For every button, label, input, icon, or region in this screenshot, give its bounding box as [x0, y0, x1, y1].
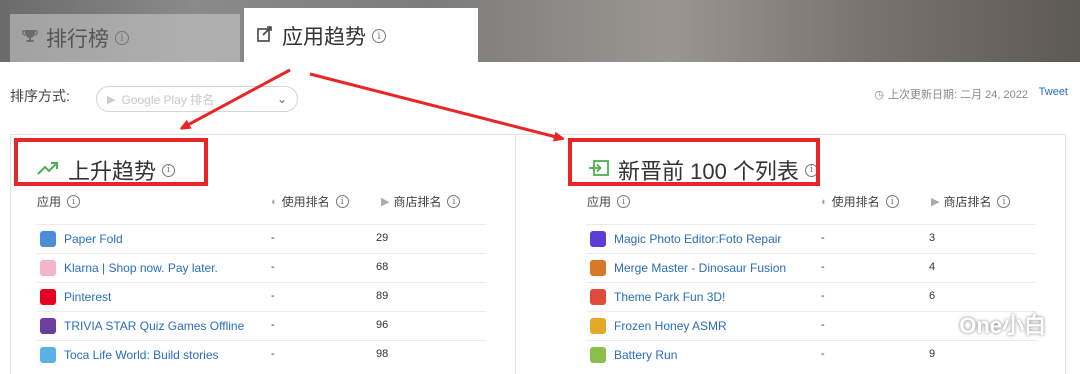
- app-icon: [590, 289, 606, 305]
- store-rank-cell: 4: [929, 261, 936, 273]
- table-row[interactable]: Merge Master - Dinosaur Fusion: [586, 253, 1036, 282]
- sort-label: 排序方式:: [10, 88, 70, 104]
- usage-rank-cell: -: [821, 261, 825, 273]
- info-icon[interactable]: i: [67, 195, 81, 208]
- store-rank-cell: 29: [376, 232, 389, 244]
- play-icon: ▶: [931, 196, 940, 208]
- app-name-link[interactable]: Theme Park Fun 3D!: [614, 290, 725, 304]
- usage-rank-cell: -: [271, 348, 275, 360]
- column-header-usage-rank: ◐ 使用排名 i: [271, 193, 349, 210]
- trend-tag-icon: [256, 25, 274, 48]
- usage-rank-cell: -: [821, 319, 825, 331]
- column-header-usage-rank: ◐ 使用排名 i: [821, 193, 899, 210]
- chevron-down-icon: ⌄: [276, 92, 287, 106]
- app-icon: [590, 260, 606, 276]
- app-name-link[interactable]: Paper Fold: [64, 232, 123, 246]
- tab-rankings[interactable]: 排行榜 i: [10, 14, 240, 62]
- table-row[interactable]: Magic Photo Editor:Foto Repair: [586, 224, 1036, 253]
- app-name-link[interactable]: TRIVIA STAR Quiz Games Offline: [64, 319, 244, 333]
- info-icon[interactable]: i: [335, 195, 349, 208]
- sort-row: 排序方式:: [10, 86, 70, 106]
- table-row[interactable]: Paper Fold: [36, 224, 486, 253]
- usage-icon: ◐: [271, 195, 278, 208]
- column-header-app-label: 应用: [37, 195, 62, 209]
- play-store-icon: ▶: [107, 93, 116, 106]
- column-header-store-rank: ▶ 商店排名 i: [381, 193, 461, 210]
- info-icon[interactable]: i: [997, 195, 1011, 208]
- column-header-usage-label: 使用排名: [281, 195, 330, 209]
- app-icon: [40, 289, 56, 305]
- usage-rank-cell: -: [821, 232, 825, 244]
- app-name-link[interactable]: Toca Life World: Build stories: [64, 348, 219, 362]
- store-rank-cell: 6: [929, 290, 936, 302]
- usage-rank-cell: -: [271, 290, 275, 302]
- info-icon[interactable]: i: [617, 195, 631, 208]
- column-header-usage-label: 使用排名: [831, 195, 880, 209]
- usage-rank-cell: -: [821, 348, 825, 360]
- store-rank-cell: 98: [376, 348, 389, 360]
- store-rank-cell: 96: [376, 319, 389, 331]
- store-rank-cell: 68: [376, 261, 389, 273]
- tab-app-trends-label: 应用趋势: [282, 26, 366, 49]
- sort-dropdown[interactable]: ▶ Google Play 排名 ⌄: [96, 86, 298, 112]
- app-name-link[interactable]: Klarna | Shop now. Pay later.: [64, 261, 218, 275]
- app-name-link[interactable]: Magic Photo Editor:Foto Repair: [614, 232, 781, 246]
- column-header-app-label: 应用: [587, 195, 612, 209]
- trophy-icon: [22, 28, 38, 49]
- watermark-text: One小白: [959, 313, 1046, 338]
- app-name-link[interactable]: Merge Master - Dinosaur Fusion: [614, 261, 786, 275]
- info-icon[interactable]: i: [115, 31, 129, 45]
- info-icon[interactable]: i: [372, 29, 386, 43]
- app-icon: [590, 231, 606, 247]
- table-row[interactable]: Theme Park Fun 3D!: [586, 282, 1036, 311]
- table-row[interactable]: TRIVIA STAR Quiz Games Offline: [36, 311, 486, 340]
- column-header-app: 应用 i: [37, 193, 81, 210]
- last-updated-text: 上次更新日期: 二月 24, 2022: [888, 89, 1028, 101]
- app-icon: [40, 260, 56, 276]
- clock-icon: ◷: [874, 88, 884, 101]
- highlight-box-left: [14, 138, 208, 186]
- app-icon: [40, 347, 56, 363]
- sort-dropdown-value: Google Play 排名: [121, 92, 215, 107]
- tweet-link[interactable]: Tweet: [1039, 86, 1068, 98]
- usage-rank-cell: -: [271, 319, 275, 331]
- store-rank-cell: 89: [376, 290, 389, 302]
- app-icon: [590, 318, 606, 334]
- app-name-link[interactable]: Battery Run: [614, 348, 677, 362]
- highlight-box-right: [568, 138, 820, 186]
- table-row[interactable]: Pinterest: [36, 282, 486, 311]
- store-rank-cell: 9: [929, 348, 936, 360]
- info-icon[interactable]: i: [885, 195, 899, 208]
- column-header-app: 应用 i: [587, 193, 631, 210]
- table-row[interactable]: Klarna | Shop now. Pay later.: [36, 253, 486, 282]
- arrow-to-new-top100: [309, 72, 560, 138]
- usage-rank-cell: -: [271, 261, 275, 273]
- column-header-store-label: 商店排名: [393, 195, 442, 209]
- tab-rankings-label: 排行榜: [46, 28, 109, 51]
- store-rank-cell: 3: [929, 232, 936, 244]
- info-icon[interactable]: i: [447, 195, 461, 208]
- usage-rank-cell: -: [821, 290, 825, 302]
- tab-app-trends[interactable]: 应用趋势 i: [244, 8, 478, 64]
- app-name-link[interactable]: Pinterest: [64, 290, 111, 304]
- play-icon: ▶: [381, 196, 390, 208]
- last-updated: ◷ 上次更新日期: 二月 24, 2022: [874, 86, 1028, 102]
- table-row[interactable]: Toca Life World: Build stories: [36, 340, 486, 369]
- wechat-icon: [920, 312, 953, 336]
- column-header-store-rank: ▶ 商店排名 i: [931, 193, 1011, 210]
- usage-rank-cell: -: [271, 232, 275, 244]
- usage-icon: ◐: [821, 195, 828, 208]
- app-name-link[interactable]: Frozen Honey ASMR: [614, 319, 727, 333]
- app-icon: [40, 318, 56, 334]
- app-icon: [40, 231, 56, 247]
- app-icon: [590, 347, 606, 363]
- table-row[interactable]: Battery Run: [586, 340, 1036, 369]
- watermark: One小白: [919, 308, 1046, 340]
- column-header-store-label: 商店排名: [943, 195, 992, 209]
